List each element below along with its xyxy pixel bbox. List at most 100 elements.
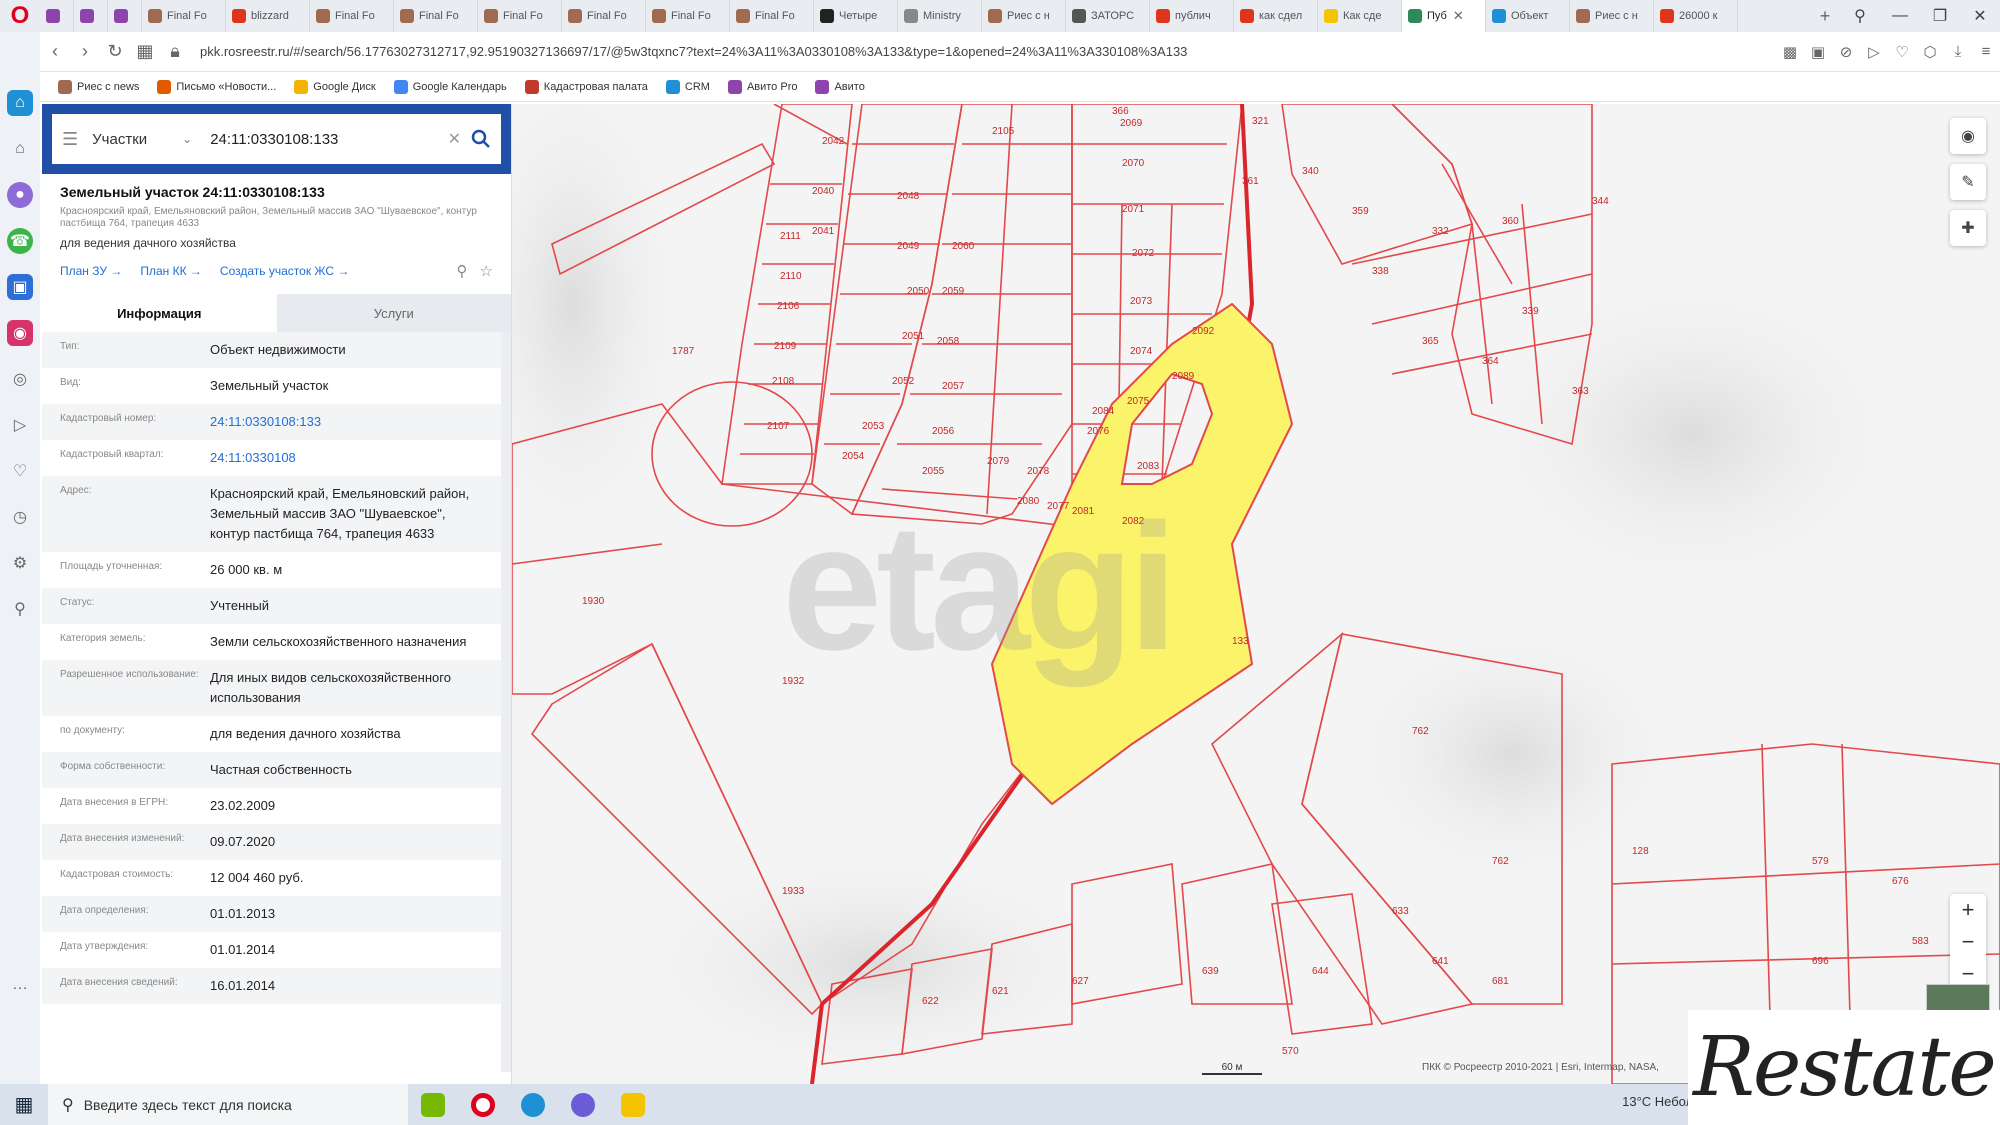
vk-icon[interactable]: ▣ (7, 274, 33, 300)
zoom-reset-button[interactable]: − (1950, 926, 1986, 958)
browser-tab[interactable] (40, 0, 74, 32)
property-value: Красноярский край, Емельяновский район, … (210, 486, 470, 541)
paint-app-icon[interactable] (608, 1084, 658, 1125)
browser-tab[interactable]: Final Fo (310, 0, 394, 32)
history-icon[interactable]: ◷ (7, 504, 33, 530)
browser-tab[interactable]: Final Fo (646, 0, 730, 32)
reload-button[interactable]: ↻ (100, 41, 130, 62)
whatsapp-icon[interactable]: ☎ (7, 228, 33, 254)
opera-app-icon[interactable] (458, 1084, 508, 1125)
search-input[interactable] (210, 130, 448, 148)
browser-tab[interactable]: Final Fo (142, 0, 226, 32)
heart-icon[interactable]: ♡ (1888, 43, 1916, 61)
new-tab-button[interactable]: + (1810, 6, 1840, 27)
browser-tab[interactable]: Final Fo (478, 0, 562, 32)
clear-icon[interactable]: ✕ (448, 129, 461, 149)
forward-button[interactable]: › (70, 41, 100, 62)
zoom-to-object-icon[interactable]: ⚲ (457, 262, 468, 280)
basemap-layers-icon[interactable]: ◉ (1950, 118, 1986, 154)
browser-tab[interactable]: Final Fo (730, 0, 814, 32)
browser-tab[interactable]: Final Fo (394, 0, 478, 32)
tab-close-icon[interactable]: ✕ (1453, 8, 1464, 24)
hamburger-icon[interactable]: ☰ (62, 129, 78, 150)
send-icon[interactable]: ▷ (1860, 43, 1888, 61)
lightbulb-icon[interactable]: ⚲ (7, 596, 33, 622)
minimize-button[interactable]: — (1880, 7, 1920, 25)
browser-tab[interactable]: публич (1150, 0, 1234, 32)
browser-tab[interactable]: Пуб ✕ (1402, 0, 1486, 32)
parcel-number-label: 2110 (780, 271, 802, 282)
ruler-icon[interactable]: ✎ (1950, 164, 1986, 200)
property-value-link[interactable]: 24:11:0330108:133 (210, 412, 487, 432)
map-view[interactable]: 2069 2070 2071 2072 2073 2074 2075 2076 2077 2078… (512, 104, 2000, 1084)
bookmark-item[interactable]: Google Календарь (393, 79, 507, 94)
browser-tab[interactable] (108, 0, 142, 32)
browser-tab[interactable]: Final Fo (562, 0, 646, 32)
bookmark-label: Авито Pro (746, 80, 798, 93)
browser-tab[interactable]: Ministry (898, 0, 982, 32)
chevron-down-icon[interactable]: ⌄ (182, 132, 192, 146)
opera-logo-icon[interactable]: O (0, 0, 40, 32)
tab-label: Final Fo (419, 10, 459, 22)
close-window-button[interactable]: ✕ (1960, 6, 2000, 26)
locate-icon[interactable]: ✚ (1950, 210, 1986, 246)
property-value-link[interactable]: 24:11:0330108 (210, 448, 487, 468)
search-type-select[interactable]: Участки (92, 131, 182, 148)
windows-start-icon[interactable]: ▦ (0, 1092, 48, 1117)
browser-tab[interactable]: Риес с н (982, 0, 1066, 32)
home-icon[interactable]: ⌂ (7, 90, 33, 116)
bookmark-label: Google Диск (313, 80, 376, 93)
player-icon[interactable]: ◎ (7, 366, 33, 392)
speed-dial-icon[interactable]: ▦ (130, 41, 160, 62)
bookmark-item[interactable]: Письмо «Новости... (157, 79, 276, 94)
house-icon[interactable]: ⌂ (7, 136, 33, 162)
browser-tab[interactable]: blizzard (226, 0, 310, 32)
messenger-icon[interactable]: ● (7, 182, 33, 208)
plan-kk-link[interactable]: План КК → (140, 264, 202, 278)
cadastral-map[interactable]: 2069207020712072207320742075207620772078… (512, 104, 2000, 1084)
property-value: Для иных видов сельскохозяйственного исп… (210, 670, 451, 705)
parcel-number-label: 621 (992, 986, 1009, 997)
menu-icon[interactable]: ≡ (1972, 43, 2000, 61)
tab-information[interactable]: Информация (42, 294, 277, 332)
more-icon[interactable]: … (7, 972, 33, 998)
instagram-icon[interactable]: ◉ (7, 320, 33, 346)
camera-icon[interactable]: ▣ (1804, 43, 1832, 61)
app-icon-purple[interactable] (558, 1084, 608, 1125)
browser-tab[interactable]: как сдел (1234, 0, 1318, 32)
restore-button[interactable]: ❐ (1920, 6, 1960, 26)
settings-icon[interactable]: ⚙ (7, 550, 33, 576)
browser-tab[interactable] (74, 0, 108, 32)
bookmark-item[interactable]: Авито (815, 79, 865, 94)
bookmark-item[interactable]: Риес с news (58, 79, 139, 94)
browser-tab[interactable]: Объект (1486, 0, 1570, 32)
app-icon-blue[interactable] (508, 1084, 558, 1125)
favorite-star-icon[interactable]: ☆ (480, 262, 493, 280)
bookmark-item[interactable]: CRM (665, 79, 710, 94)
bookmark-item[interactable]: Авито Pro (727, 79, 798, 94)
browser-tab[interactable]: Риес с н (1570, 0, 1654, 32)
bookmark-item[interactable]: Google Диск (294, 79, 376, 94)
flow-icon[interactable]: ▷ (7, 412, 33, 438)
address-bar: ‹ › ↻ ▦ 🔒︎ pkk.rosreestr.ru/#/search/56.… (40, 32, 2000, 72)
plan-zu-link[interactable]: План ЗУ → (60, 264, 122, 278)
extension-icon[interactable]: ▩ (1776, 43, 1804, 61)
back-button[interactable]: ‹ (40, 41, 70, 62)
bookmark-item[interactable]: Кадастровая палата (524, 79, 648, 94)
search-icon[interactable] (471, 129, 491, 149)
bookmarks-heart-icon[interactable]: ♡ (7, 458, 33, 484)
taskbar-search-box[interactable]: ⚲ Введите здесь текст для поиска (48, 1084, 408, 1125)
create-parcel-link[interactable]: Создать участок ЖС → (220, 264, 349, 278)
browser-tab[interactable]: Как сде (1318, 0, 1402, 32)
browser-tab[interactable]: 26000 к (1654, 0, 1738, 32)
url-field[interactable]: pkk.rosreestr.ru/#/search/56.17763027312… (190, 44, 1776, 59)
adblock-icon[interactable]: ⊘ (1832, 43, 1860, 61)
cube-icon[interactable]: ⬡ (1916, 43, 1944, 61)
browser-tab[interactable]: ЗАТОРС (1066, 0, 1150, 32)
browser-tab[interactable]: Четыре (814, 0, 898, 32)
zoom-in-button[interactable]: + (1950, 894, 1986, 926)
tab-services[interactable]: Услуги (276, 294, 511, 332)
nvidia-app-icon[interactable] (408, 1084, 458, 1125)
download-icon[interactable]: ⤓ (1944, 43, 1972, 61)
browser-search-icon[interactable]: ⚲ (1840, 6, 1880, 26)
